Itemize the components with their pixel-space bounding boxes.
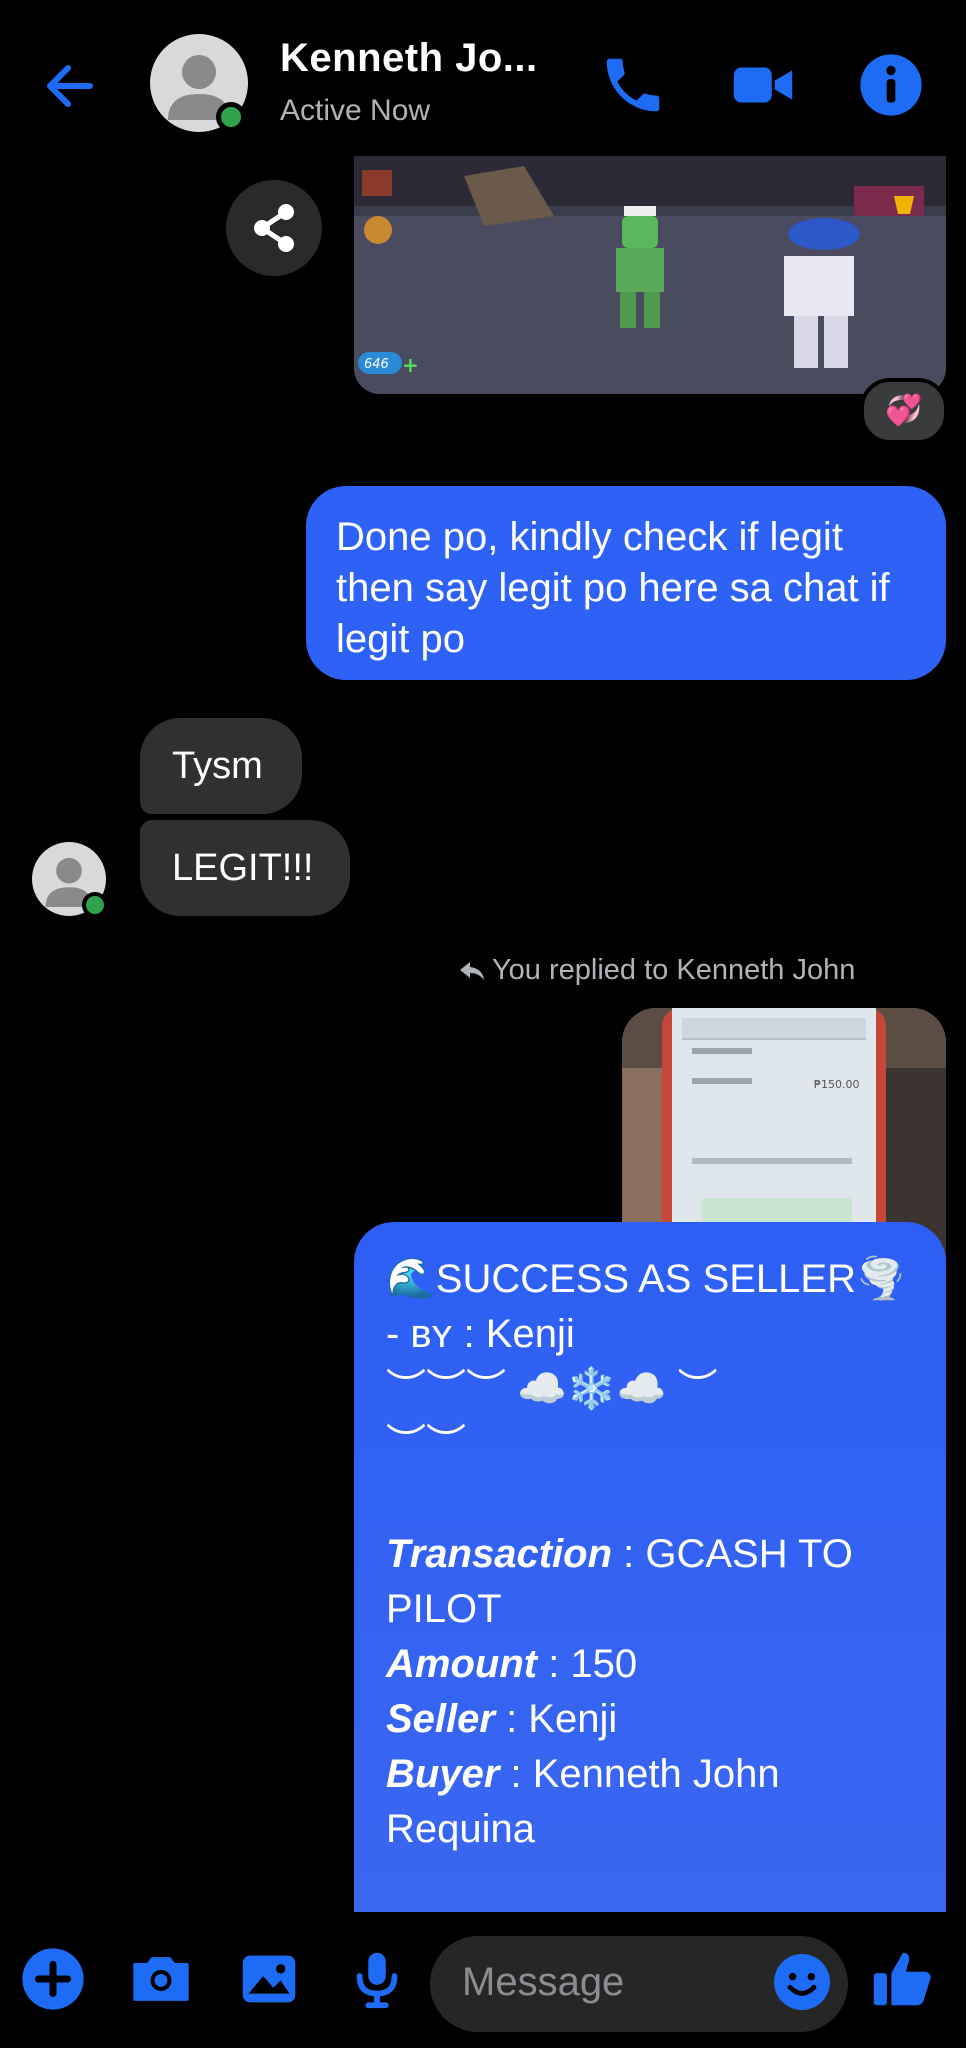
info-icon: [860, 54, 922, 116]
message-input-placeholder: Message: [462, 1960, 625, 2004]
phone-icon: [606, 58, 660, 112]
camera-icon: [133, 1957, 189, 2001]
buyer-label: Buyer: [386, 1752, 500, 1796]
info-button[interactable]: [856, 50, 926, 120]
share-button[interactable]: [226, 180, 322, 276]
outgoing-message[interactable]: 🌊SUCCESS AS SELLER🌪️ - ʙʏ : Kenji ︶︶︶ ☁️…: [354, 1222, 946, 1912]
share-icon: [254, 204, 294, 252]
back-arrow-icon: [47, 65, 93, 107]
message-line: - ʙʏ : Kenji: [386, 1312, 575, 1356]
reply-indicator: You replied to Kenneth John: [458, 954, 855, 987]
incoming-message[interactable]: LEGIT!!!: [140, 820, 350, 916]
thumbs-up-icon: [873, 1952, 931, 2006]
emoji-button[interactable]: [770, 1950, 834, 2014]
active-status: Active Now: [280, 94, 431, 127]
message-line: 🌊SUCCESS AS SELLER🌪️: [386, 1257, 906, 1301]
message-line: ︶︶︶ ☁️❄️☁️ ︶: [386, 1367, 718, 1411]
message-line: ︶︶: [386, 1422, 466, 1466]
amount-label: Amount: [386, 1642, 538, 1686]
game-hud-count: 646: [364, 357, 389, 372]
like-button[interactable]: [868, 1944, 938, 2014]
more-actions-button[interactable]: [18, 1944, 88, 2014]
incoming-message[interactable]: Tysm: [140, 718, 302, 814]
back-button[interactable]: [40, 56, 110, 116]
receipt-amount: ₱150.00: [814, 1078, 860, 1091]
gallery-button[interactable]: [234, 1944, 304, 2014]
transaction-label: Transaction: [386, 1532, 612, 1576]
plus-icon: [22, 1948, 84, 2010]
game-scene-image: 646 +: [354, 156, 946, 394]
microphone-icon: [356, 1952, 398, 2009]
outgoing-message[interactable]: Done po, kindly check if legit then say …: [306, 486, 946, 680]
shared-game-screenshot[interactable]: 646 +: [354, 156, 946, 394]
video-icon: [733, 67, 793, 103]
seller-line: Seller : Kenji: [386, 1692, 914, 1747]
gallery-icon: [242, 1955, 296, 2003]
buyer-line: Buyer : Kenneth John Requina: [386, 1747, 914, 1857]
voice-message-button[interactable]: [342, 1944, 412, 2014]
seller-label: Seller: [386, 1697, 495, 1741]
transaction-line: Transaction : GCASH TO PILOT: [386, 1527, 914, 1637]
contact-name[interactable]: Kenneth Jo...: [280, 36, 538, 81]
emoji-icon: [774, 1954, 830, 2010]
reply-icon: [460, 962, 484, 981]
online-status-dot: [82, 892, 108, 918]
online-status-dot: [216, 102, 246, 132]
video-call-button[interactable]: [728, 50, 798, 120]
message-reaction[interactable]: 💞: [860, 378, 948, 444]
camera-button[interactable]: [126, 1944, 196, 2014]
reply-indicator-text: You replied to Kenneth John: [492, 954, 856, 986]
amount-value: : 150: [537, 1642, 638, 1686]
svg-text:+: +: [402, 353, 419, 377]
call-button[interactable]: [598, 50, 668, 120]
seller-value: : Kenji: [494, 1697, 618, 1741]
amount-line: Amount : 150: [386, 1637, 914, 1692]
